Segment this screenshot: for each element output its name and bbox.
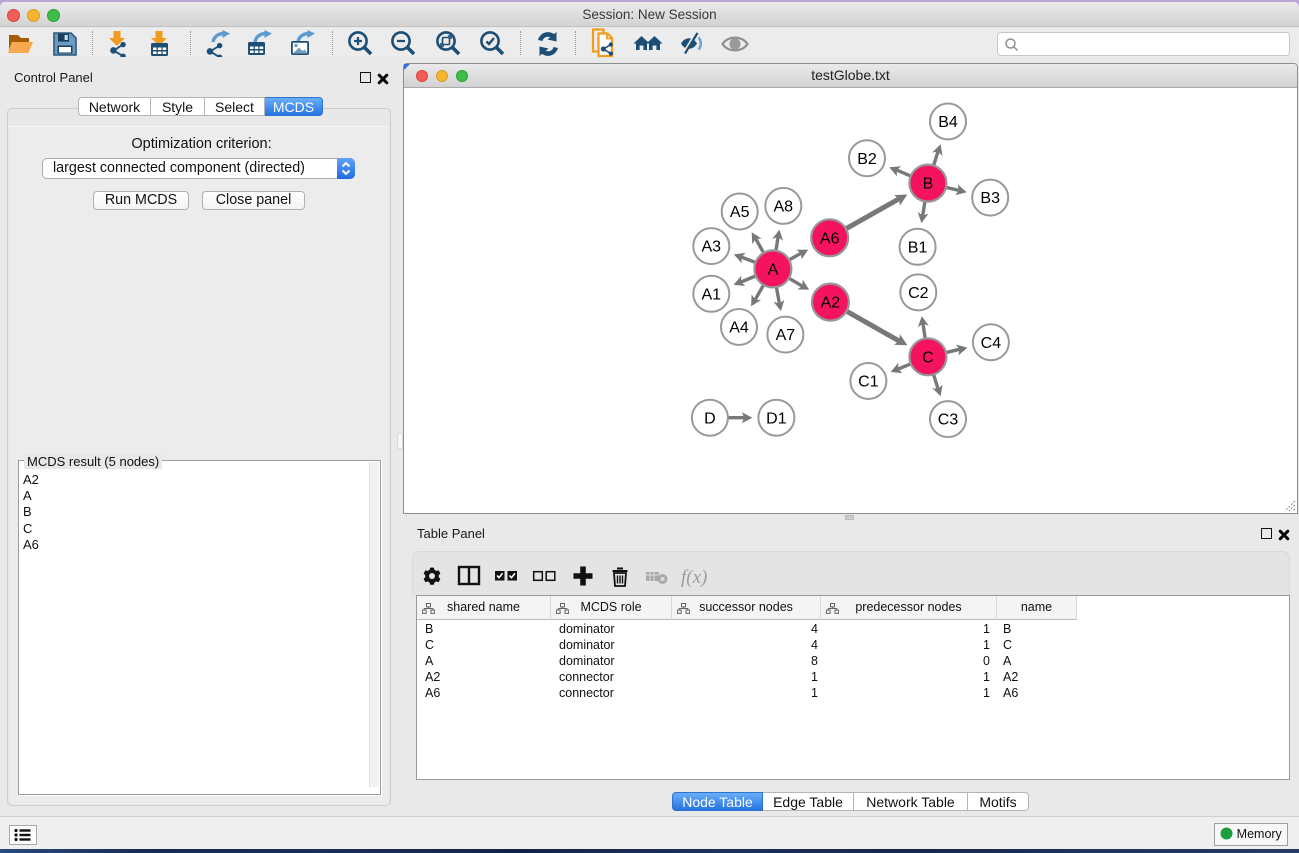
svg-text:B2: B2 (857, 151, 877, 168)
svg-text:A: A (768, 262, 779, 279)
svg-text:D1: D1 (766, 410, 787, 427)
svg-text:B: B (923, 176, 934, 193)
svg-text:A7: A7 (776, 327, 796, 344)
svg-text:B4: B4 (938, 114, 958, 131)
svg-text:A2: A2 (821, 295, 841, 312)
svg-text:D: D (704, 410, 716, 427)
svg-text:A1: A1 (702, 286, 722, 303)
svg-text:A3: A3 (702, 239, 722, 256)
svg-text:C3: C3 (938, 412, 959, 429)
svg-text:A4: A4 (729, 320, 749, 337)
svg-text:C1: C1 (858, 374, 879, 391)
svg-text:C2: C2 (908, 285, 929, 302)
svg-text:A8: A8 (774, 199, 794, 216)
svg-text:A5: A5 (730, 204, 750, 221)
svg-text:C: C (922, 349, 934, 366)
svg-text:B1: B1 (908, 239, 928, 256)
svg-text:A6: A6 (820, 230, 840, 247)
svg-text:f(x): f(x) (681, 567, 707, 588)
svg-text:B3: B3 (980, 190, 1000, 207)
svg-text:C4: C4 (981, 335, 1002, 352)
